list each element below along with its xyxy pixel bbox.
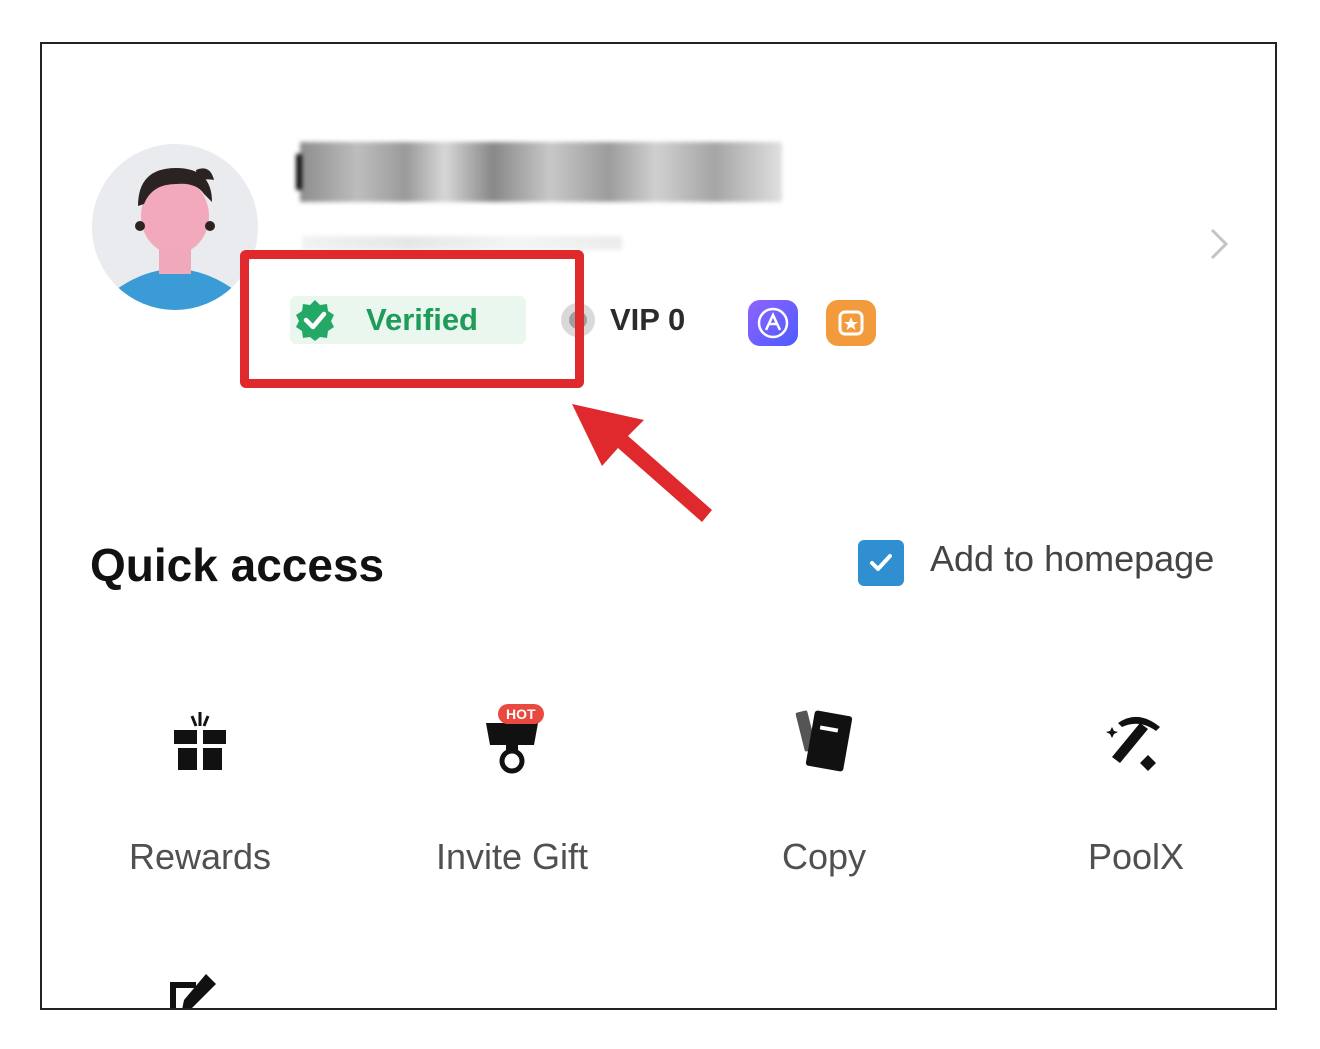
add-to-homepage-label[interactable]: Add to homepage bbox=[930, 538, 1214, 580]
vip-label: VIP 0 bbox=[610, 302, 686, 337]
profile-panel: Verified VIP 0 Quick access Add to homep… bbox=[40, 42, 1277, 1010]
chevron-right-icon[interactable] bbox=[1204, 226, 1232, 262]
purple-badge-icon[interactable] bbox=[748, 300, 798, 346]
add-to-homepage-checkbox[interactable] bbox=[858, 540, 904, 586]
hot-badge: HOT bbox=[498, 704, 544, 724]
annotation-arrow-icon bbox=[572, 404, 712, 522]
gift-icon bbox=[90, 704, 310, 780]
blurred-username bbox=[296, 142, 782, 202]
blurred-uid bbox=[302, 236, 622, 250]
highlight-box bbox=[240, 250, 584, 388]
copy-book-icon bbox=[714, 704, 934, 780]
pickaxe-icon bbox=[1026, 704, 1246, 780]
quick-item-label: Invite Gift bbox=[435, 836, 589, 877]
orange-badge-icon[interactable] bbox=[826, 300, 876, 346]
check-icon bbox=[870, 554, 892, 571]
quick-item-label: PoolX bbox=[1087, 836, 1185, 877]
quick-item-label: Rewards bbox=[128, 836, 272, 877]
edit-icon[interactable] bbox=[162, 970, 222, 1008]
user-avatar-icon[interactable] bbox=[92, 144, 258, 310]
quick-item-label: Copy bbox=[781, 836, 867, 877]
quick-access-title: Quick access bbox=[90, 539, 385, 591]
